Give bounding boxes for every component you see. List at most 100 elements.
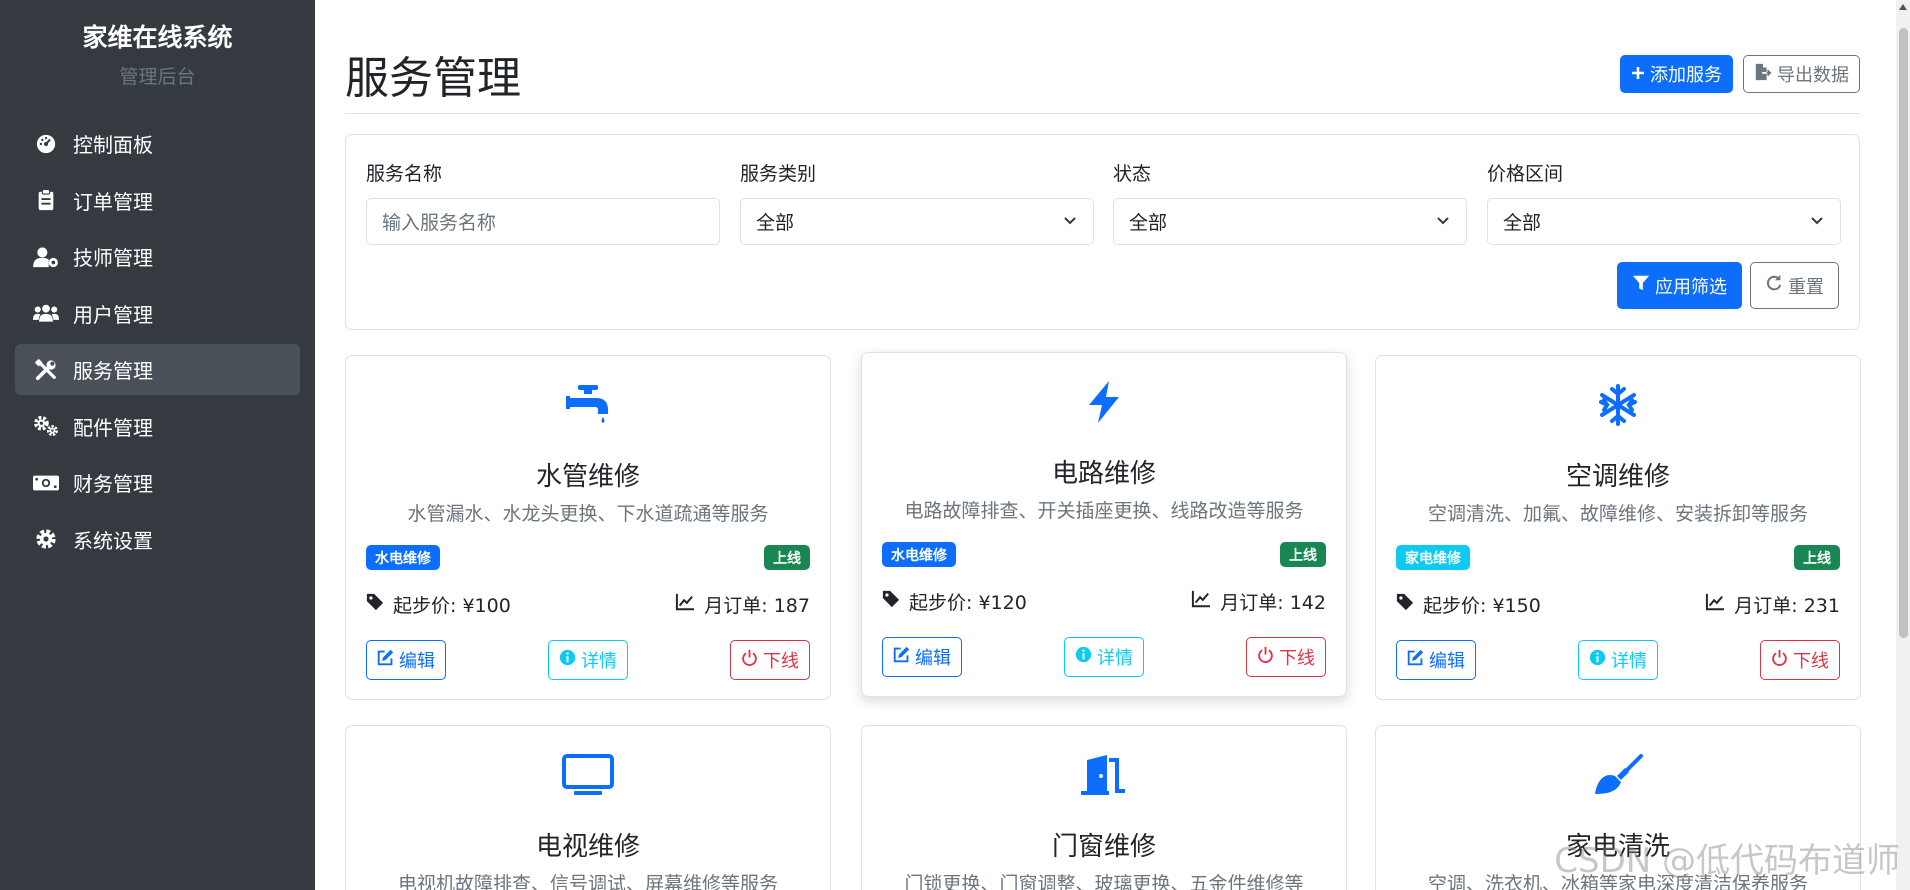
tag-icon bbox=[1396, 593, 1414, 616]
category-badge: 水电维修 bbox=[366, 545, 440, 570]
edit-icon bbox=[377, 649, 394, 671]
info-circle-icon bbox=[1075, 646, 1092, 668]
edit-button[interactable]: 编辑 bbox=[882, 637, 962, 677]
file-export-icon bbox=[1754, 63, 1772, 86]
sidebar-item-dashboard[interactable]: 控制面板 bbox=[15, 118, 300, 169]
door-icon bbox=[862, 754, 1346, 796]
offline-label: 下线 bbox=[1279, 648, 1315, 669]
sidebar-item-label: 用户管理 bbox=[73, 302, 153, 327]
offline-button[interactable]: 下线 bbox=[1246, 637, 1326, 677]
offline-label: 下线 bbox=[1793, 651, 1829, 672]
offline-button[interactable]: 下线 bbox=[730, 640, 810, 680]
service-meta: 起步价: ¥100 月订单: 187 bbox=[366, 591, 810, 618]
detail-label: 详情 bbox=[1611, 651, 1647, 672]
detail-button[interactable]: 详情 bbox=[548, 640, 628, 680]
reset-label: 重置 bbox=[1788, 276, 1824, 298]
service-card: 水管维修 水管漏水、水龙头更换、下水道疏通等服务 水电维修 上线 起步价: ¥1… bbox=[345, 355, 831, 700]
service-card: 空调维修 空调清洗、加氟、故障维修、安装拆卸等服务 家电维修 上线 起步价: ¥… bbox=[1375, 355, 1861, 700]
filter-icon bbox=[1632, 274, 1650, 297]
filter-category-group: 服务类别 全部 bbox=[740, 159, 1094, 245]
sidebar-item-users[interactable]: 用户管理 bbox=[15, 288, 300, 339]
filter-price-label: 价格区间 bbox=[1487, 163, 1564, 185]
export-data-label: 导出数据 bbox=[1777, 65, 1849, 86]
chart-line-icon bbox=[675, 593, 695, 616]
scrollbar-thumb[interactable] bbox=[1899, 28, 1908, 638]
sidebar-nav: 控制面板 订单管理 技师管理 用户管理 服务管理 配件管理 财务管理 系统设置 bbox=[15, 118, 300, 570]
reset-button[interactable]: 重置 bbox=[1750, 262, 1839, 309]
service-title: 电视维修 bbox=[535, 832, 640, 862]
sidebar-item-settings[interactable]: 系统设置 bbox=[15, 514, 300, 565]
service-title: 电路维修 bbox=[1051, 459, 1156, 489]
sidebar-item-finance[interactable]: 财务管理 bbox=[15, 457, 300, 508]
sidebar-item-label: 财务管理 bbox=[73, 472, 153, 496]
apply-filter-button[interactable]: 应用筛选 bbox=[1617, 262, 1742, 309]
sidebar-item-label: 配件管理 bbox=[73, 415, 153, 440]
edit-label: 编辑 bbox=[915, 648, 951, 669]
chart-line-icon bbox=[1705, 593, 1725, 616]
service-title: 水管维修 bbox=[535, 462, 640, 492]
status-select[interactable]: 全部 bbox=[1113, 198, 1467, 245]
sidebar-item-label: 服务管理 bbox=[73, 359, 153, 383]
clipboard-icon bbox=[33, 187, 59, 213]
snowflake-icon bbox=[1376, 384, 1860, 426]
filter-actions: 应用筛选 重置 bbox=[1617, 262, 1839, 309]
filter-category-label: 服务类别 bbox=[740, 163, 817, 185]
sidebar-item-technicians[interactable]: 技师管理 bbox=[15, 231, 300, 282]
brush-icon bbox=[1376, 754, 1860, 796]
starting-price: 起步价: ¥120 bbox=[909, 592, 1027, 614]
redo-icon bbox=[1765, 274, 1783, 297]
export-data-button[interactable]: 导出数据 bbox=[1743, 55, 1860, 93]
starting-price: 起步价: ¥100 bbox=[393, 595, 511, 617]
bolt-icon bbox=[862, 381, 1346, 423]
power-icon bbox=[1771, 649, 1788, 671]
edit-button[interactable]: 编辑 bbox=[366, 640, 446, 680]
sidebar-item-parts[interactable]: 配件管理 bbox=[15, 401, 300, 452]
card-actions: 编辑 详情 下线 bbox=[366, 640, 810, 680]
price-info: 起步价: ¥100 bbox=[366, 591, 511, 618]
add-service-button[interactable]: 添加服务 bbox=[1620, 55, 1733, 93]
service-description: 电视机故障排查、信号调试、屏幕维修等服务 bbox=[397, 873, 778, 890]
apply-filter-label: 应用筛选 bbox=[1655, 276, 1727, 298]
sidebar-item-services[interactable]: 服务管理 bbox=[15, 344, 300, 395]
offline-label: 下线 bbox=[763, 651, 799, 672]
edit-button[interactable]: 编辑 bbox=[1396, 640, 1476, 680]
card-actions: 编辑 详情 下线 bbox=[1396, 640, 1840, 680]
monthly-orders: 月订单: 231 bbox=[1734, 595, 1840, 617]
service-name-input[interactable]: 输入服务名称 bbox=[366, 198, 720, 245]
filter-name-group: 服务名称 输入服务名称 bbox=[366, 159, 720, 245]
dashboard-icon bbox=[33, 131, 59, 157]
orders-info: 月订单: 231 bbox=[1705, 591, 1840, 618]
service-title: 空调维修 bbox=[1565, 462, 1670, 492]
header-divider bbox=[345, 113, 1860, 114]
detail-button[interactable]: 详情 bbox=[1064, 637, 1144, 677]
chevron-down-icon bbox=[1435, 211, 1451, 233]
tag-icon bbox=[366, 593, 384, 616]
edit-label: 编辑 bbox=[1429, 651, 1465, 672]
card-actions: 编辑 详情 下线 bbox=[882, 637, 1326, 677]
category-select[interactable]: 全部 bbox=[740, 198, 1094, 245]
price-info: 起步价: ¥150 bbox=[1396, 591, 1541, 618]
scroll-up-arrow-icon[interactable] bbox=[1899, 4, 1907, 10]
monthly-orders: 月订单: 187 bbox=[704, 595, 810, 617]
service-card: 电视维修 电视机故障排查、信号调试、屏幕维修等服务 bbox=[345, 725, 831, 890]
orders-info: 月订单: 187 bbox=[675, 591, 810, 618]
gear-icon bbox=[33, 526, 59, 552]
price-info: 起步价: ¥120 bbox=[882, 588, 1027, 615]
price-range-select[interactable]: 全部 bbox=[1487, 198, 1841, 245]
category-select-value: 全部 bbox=[756, 212, 795, 234]
status-badge: 上线 bbox=[1794, 545, 1840, 570]
detail-button[interactable]: 详情 bbox=[1578, 640, 1658, 680]
filter-price-group: 价格区间 全部 bbox=[1487, 159, 1841, 245]
offline-button[interactable]: 下线 bbox=[1760, 640, 1840, 680]
plus-icon bbox=[1631, 64, 1645, 85]
watermark: CSDN @低代码布道师 bbox=[1554, 841, 1900, 881]
sidebar-item-orders[interactable]: 订单管理 bbox=[15, 175, 300, 226]
scrollbar-track[interactable] bbox=[1896, 0, 1910, 890]
detail-label: 详情 bbox=[581, 651, 617, 672]
sidebar-item-label: 系统设置 bbox=[73, 528, 153, 553]
service-card: 门窗维修 门锁更换、门窗调整、玻璃更换、五金件维修等 bbox=[861, 725, 1347, 890]
service-title: 门窗维修 bbox=[1051, 832, 1156, 862]
service-card: 电路维修 电路故障排查、开关插座更换、线路改造等服务 水电维修 上线 起步价: … bbox=[861, 352, 1347, 697]
sidebar: 家维在线系统 管理后台 控制面板 订单管理 技师管理 用户管理 服务管理 配件管… bbox=[0, 0, 315, 890]
cogs-icon bbox=[33, 413, 59, 439]
